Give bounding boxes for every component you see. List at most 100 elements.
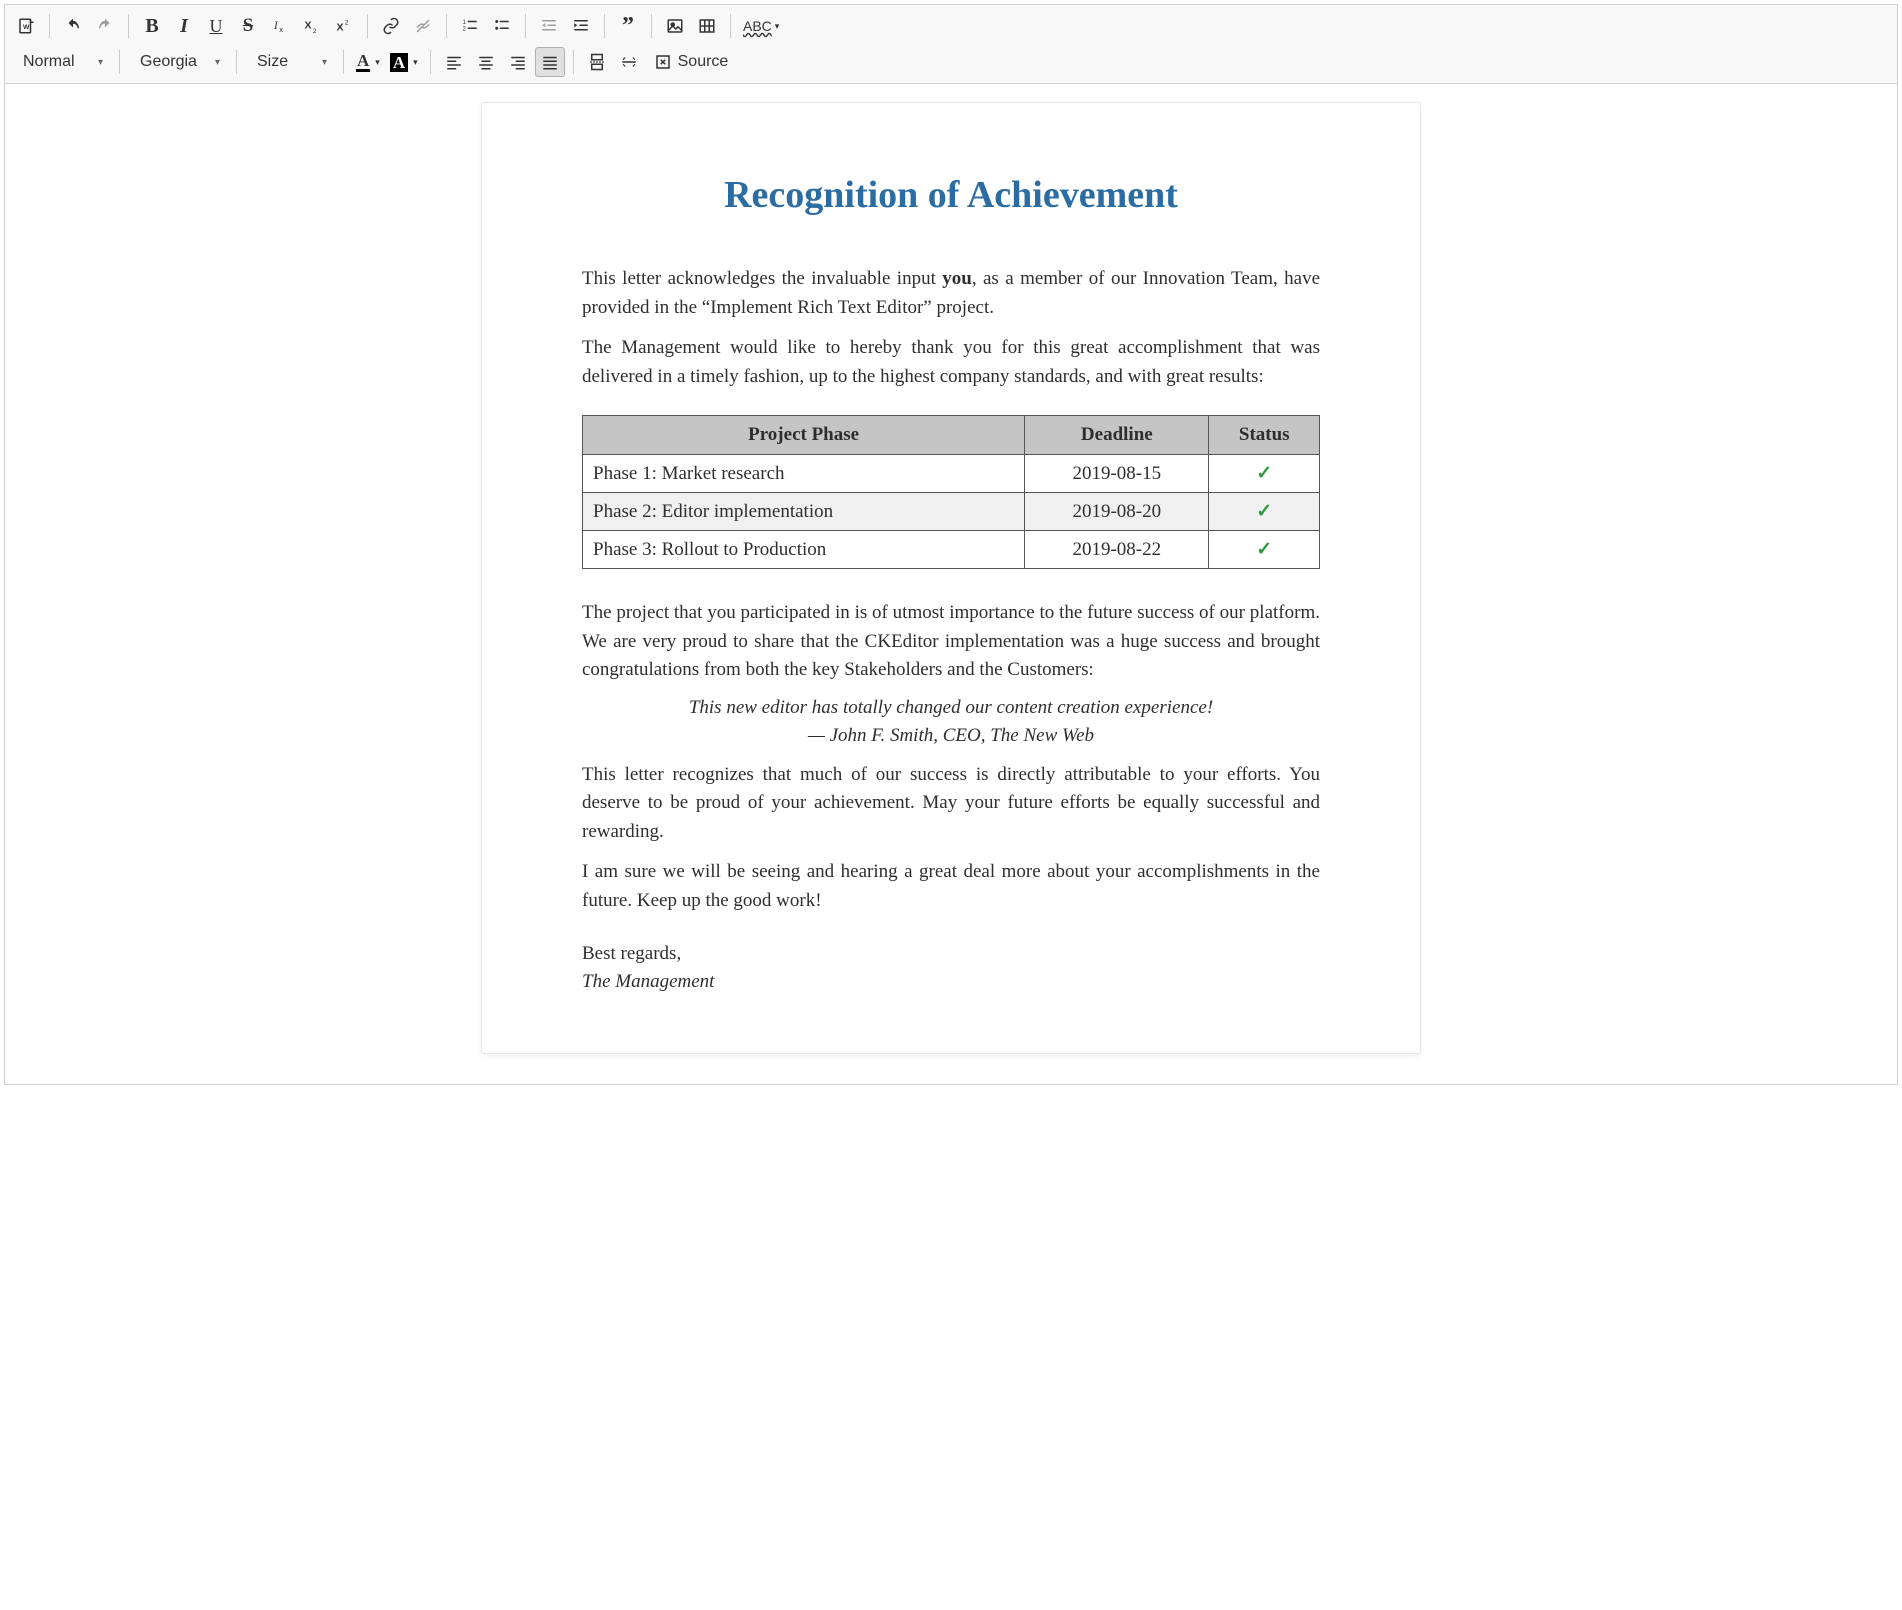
toolbar-separator (343, 50, 344, 74)
toolbar-separator (573, 50, 574, 74)
toolbar-separator (236, 50, 237, 74)
numbered-list-icon[interactable]: 12 (455, 11, 485, 41)
col-deadline: Deadline (1025, 416, 1209, 455)
chevron-down-icon: ▾ (375, 57, 380, 68)
table-header-row: Project Phase Deadline Status (583, 416, 1320, 455)
table-icon[interactable] (692, 11, 722, 41)
blockquote-text: This new editor has totally changed our … (582, 697, 1320, 719)
editor-frame: W B I U S Ix X2 X2 (4, 4, 1898, 1085)
svg-text:I: I (273, 20, 279, 32)
superscript-icon[interactable]: X2 (329, 11, 359, 41)
horizontal-rule-icon[interactable] (614, 47, 644, 77)
paragraph-importance: The project that you participated in is … (582, 599, 1320, 685)
export-word-icon[interactable]: W (11, 11, 41, 41)
editor-content-area[interactable]: Recognition of Achievement This letter a… (5, 84, 1897, 1084)
remove-format-icon[interactable]: Ix (265, 11, 295, 41)
cell-phase: Phase 1: Market research (583, 455, 1025, 493)
font-family-select[interactable]: Georgia ▾ (128, 47, 228, 77)
text-color-button[interactable]: A ▾ (352, 47, 384, 77)
subscript-icon[interactable]: X2 (297, 11, 327, 41)
svg-text:x: x (279, 25, 283, 34)
bold-text: you (942, 268, 972, 289)
toolbar-separator (49, 14, 50, 38)
toolbar-separator (128, 14, 129, 38)
font-size-select[interactable]: Size ▾ (245, 47, 335, 77)
project-table: Project Phase Deadline Status Phase 1: M… (582, 415, 1320, 569)
cell-deadline: 2019-08-15 (1025, 455, 1209, 493)
format-value: Normal (23, 53, 75, 71)
chevron-down-icon: ▾ (322, 57, 327, 68)
col-status: Status (1209, 416, 1320, 455)
bulleted-list-icon[interactable] (487, 11, 517, 41)
toolbar-separator (604, 14, 605, 38)
bold-icon[interactable]: B (137, 11, 167, 41)
blockquote-icon[interactable]: ” (613, 11, 643, 41)
strikethrough-icon[interactable]: S (233, 11, 263, 41)
page-break-icon[interactable] (582, 47, 612, 77)
toolbar: W B I U S Ix X2 X2 (5, 5, 1897, 84)
cell-status: ✓ (1209, 455, 1320, 493)
toolbar-separator (730, 14, 731, 38)
cell-status: ✓ (1209, 493, 1320, 531)
cell-deadline: 2019-08-20 (1025, 493, 1209, 531)
toolbar-row-1: W B I U S Ix X2 X2 (11, 9, 1891, 43)
align-center-icon[interactable] (471, 47, 501, 77)
paragraph-intro: This letter acknowledges the invaluable … (582, 265, 1320, 322)
table-row: Phase 3: Rollout to Production 2019-08-2… (583, 531, 1320, 569)
bg-color-icon: A (390, 53, 408, 72)
toolbar-row-2: Normal ▾ Georgia ▾ Size ▾ A ▾ A ▾ (11, 45, 1891, 79)
toolbar-separator (367, 14, 368, 38)
bg-color-button[interactable]: A ▾ (386, 47, 422, 77)
text-color-icon: A (356, 52, 370, 72)
redo-icon[interactable] (90, 11, 120, 41)
paragraph-recognition: This letter recognizes that much of our … (582, 761, 1320, 847)
paragraph-format-select[interactable]: Normal ▾ (11, 47, 111, 77)
signoff: Best regards, (582, 943, 1320, 965)
toolbar-separator (430, 50, 431, 74)
toolbar-separator (446, 14, 447, 38)
spellcheck-icon[interactable]: ABC ▾ (739, 11, 783, 41)
svg-text:2: 2 (345, 20, 349, 27)
document-title: Recognition of Achievement (582, 173, 1320, 217)
link-icon[interactable] (376, 11, 406, 41)
signature: The Management (582, 971, 1320, 993)
paragraph-thanks: The Management would like to hereby than… (582, 334, 1320, 391)
col-phase: Project Phase (583, 416, 1025, 455)
svg-text:X: X (305, 19, 312, 31)
indent-icon[interactable] (566, 11, 596, 41)
align-left-icon[interactable] (439, 47, 469, 77)
chevron-down-icon: ▾ (98, 57, 103, 68)
underline-icon[interactable]: U (201, 11, 231, 41)
italic-icon[interactable]: I (169, 11, 199, 41)
align-right-icon[interactable] (503, 47, 533, 77)
document-page: Recognition of Achievement This letter a… (481, 102, 1421, 1054)
svg-text:2: 2 (313, 28, 317, 35)
undo-icon[interactable] (58, 11, 88, 41)
size-value: Size (257, 53, 288, 71)
chevron-down-icon: ▾ (215, 57, 220, 68)
image-icon[interactable] (660, 11, 690, 41)
text: This letter acknowledges the invaluable … (582, 268, 942, 289)
source-button[interactable]: Source (646, 47, 737, 77)
svg-text:X: X (337, 22, 344, 34)
svg-text:W: W (23, 24, 30, 31)
cell-phase: Phase 3: Rollout to Production (583, 531, 1025, 569)
blockquote-attribution: — John F. Smith, CEO, The New Web (582, 725, 1320, 747)
unlink-icon[interactable] (408, 11, 438, 41)
svg-text:2: 2 (463, 27, 467, 33)
table-row: Phase 2: Editor implementation 2019-08-2… (583, 493, 1320, 531)
align-justify-icon[interactable] (535, 47, 565, 77)
cell-status: ✓ (1209, 531, 1320, 569)
table-row: Phase 1: Market research 2019-08-15 ✓ (583, 455, 1320, 493)
cell-deadline: 2019-08-22 (1025, 531, 1209, 569)
paragraph-future: I am sure we will be seeing and hearing … (582, 858, 1320, 915)
outdent-icon[interactable] (534, 11, 564, 41)
cell-phase: Phase 2: Editor implementation (583, 493, 1025, 531)
font-value: Georgia (140, 53, 197, 71)
toolbar-separator (119, 50, 120, 74)
chevron-down-icon: ▾ (413, 57, 418, 68)
toolbar-separator (525, 14, 526, 38)
toolbar-separator (651, 14, 652, 38)
svg-text:1: 1 (463, 20, 467, 26)
source-label: Source (678, 53, 729, 71)
